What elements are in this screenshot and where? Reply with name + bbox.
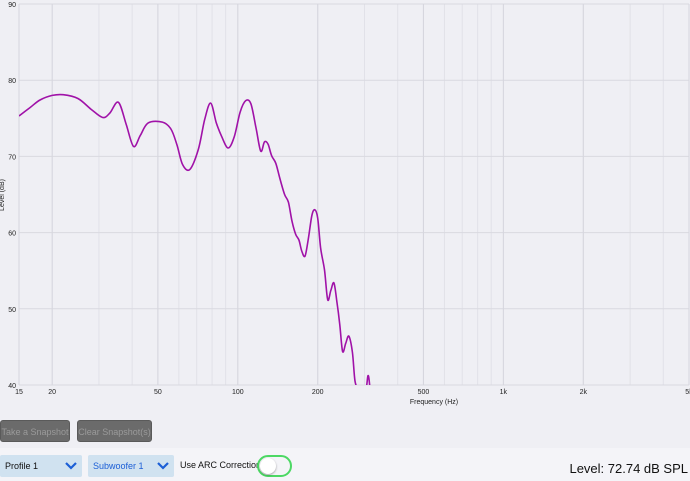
y-tick-label: 50 — [8, 307, 16, 314]
clear-snapshots-button[interactable]: Clear Snapshot(s) — [77, 420, 152, 442]
y-tick-label: 80 — [8, 78, 16, 85]
frequency-response-chart: 4050607080901520501002005001k2k5kFrequen… — [0, 2, 690, 406]
x-tick-label: 100 — [232, 389, 244, 396]
x-tick-label: 500 — [418, 389, 430, 396]
y-tick-label: 90 — [8, 2, 16, 9]
y-tick-label: 70 — [8, 154, 16, 161]
profile-select-value: Profile 1 — [5, 461, 39, 471]
x-tick-label: 200 — [312, 389, 324, 396]
subwoofer-select[interactable]: Subwoofer 1 — [88, 455, 174, 477]
x-tick-label: 2k — [580, 389, 588, 396]
subwoofer-select-value: Subwoofer 1 — [93, 461, 144, 471]
profile-select[interactable]: Profile 1 — [0, 455, 82, 477]
toggle-knob — [260, 458, 276, 474]
x-tick-label: 15 — [15, 389, 23, 396]
y-axis-label: Level (dB) — [0, 179, 6, 211]
arc-corrections-toggle[interactable] — [257, 455, 292, 477]
x-tick-label: 20 — [48, 389, 56, 396]
x-tick-label: 5k — [685, 389, 690, 396]
x-tick-label: 1k — [500, 389, 508, 396]
arc-corrections-label: Use ARC Corrections — [180, 460, 266, 470]
chevron-down-icon — [65, 462, 77, 470]
spl-level-readout: Level: 72.74 dB SPL — [569, 461, 688, 476]
plot-area — [19, 4, 689, 385]
chevron-down-icon — [157, 462, 169, 470]
x-tick-label: 50 — [154, 389, 162, 396]
x-axis-label: Frequency (Hz) — [410, 399, 458, 406]
take-snapshot-button[interactable]: Take a Snapshot — [0, 420, 70, 442]
y-tick-label: 60 — [8, 231, 16, 238]
